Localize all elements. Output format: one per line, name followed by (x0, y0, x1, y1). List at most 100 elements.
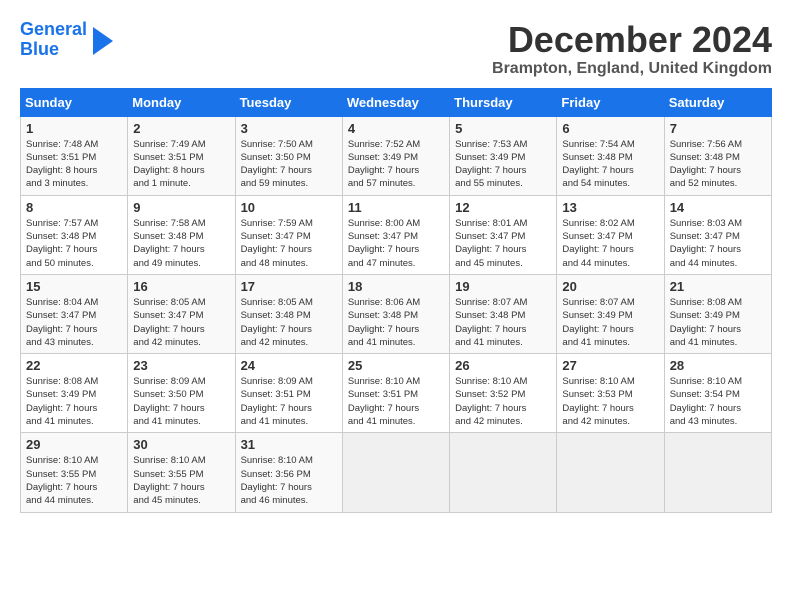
day-info: Sunrise: 8:03 AM Sunset: 3:47 PM Dayligh… (670, 217, 766, 270)
calendar-day-cell: 5 Sunrise: 7:53 AM Sunset: 3:49 PM Daylig… (450, 116, 557, 195)
day-number: 25 (348, 358, 444, 373)
calendar-day-cell: 30 Sunrise: 8:10 AM Sunset: 3:55 PM Dayli… (128, 433, 235, 512)
calendar-day-cell (342, 433, 449, 512)
calendar-week-row: 29 Sunrise: 8:10 AM Sunset: 3:55 PM Dayli… (21, 433, 772, 512)
day-info: Sunrise: 8:10 AM Sunset: 3:56 PM Dayligh… (241, 454, 337, 507)
calendar-day-cell: 18 Sunrise: 8:06 AM Sunset: 3:48 PM Dayli… (342, 274, 449, 353)
weekday-header-row: SundayMondayTuesdayWednesdayThursdayFrid… (21, 88, 772, 116)
calendar-day-cell: 24 Sunrise: 8:09 AM Sunset: 3:51 PM Dayli… (235, 354, 342, 433)
day-number: 9 (133, 200, 229, 215)
calendar-day-cell: 19Sunrise: 8:07 AM Sunset: 3:48 PM Dayli… (450, 274, 557, 353)
day-number: 1 (26, 121, 122, 136)
day-number: 5 (455, 121, 551, 136)
day-number: 14 (670, 200, 766, 215)
calendar-day-cell: 3 Sunrise: 7:50 AM Sunset: 3:50 PM Daylig… (235, 116, 342, 195)
day-info: Sunrise: 7:53 AM Sunset: 3:49 PM Dayligh… (455, 138, 551, 191)
day-number: 28 (670, 358, 766, 373)
calendar-day-cell: 15Sunrise: 8:04 AM Sunset: 3:47 PM Dayli… (21, 274, 128, 353)
calendar-day-cell: 6Sunrise: 7:54 AM Sunset: 3:48 PM Daylig… (557, 116, 664, 195)
calendar-day-cell: 29 Sunrise: 8:10 AM Sunset: 3:55 PM Dayli… (21, 433, 128, 512)
day-info: Sunrise: 8:07 AM Sunset: 3:48 PM Dayligh… (455, 296, 551, 349)
day-info: Sunrise: 8:10 AM Sunset: 3:52 PM Dayligh… (455, 375, 551, 428)
day-info: Sunrise: 8:10 AM Sunset: 3:53 PM Dayligh… (562, 375, 658, 428)
month-title: December 2024 (492, 20, 772, 60)
logo-line1: General (20, 19, 87, 39)
calendar-day-cell: 31Sunrise: 8:10 AM Sunset: 3:56 PM Dayli… (235, 433, 342, 512)
calendar-day-cell: 13 Sunrise: 8:02 AM Sunset: 3:47 PM Dayli… (557, 195, 664, 274)
day-number: 13 (562, 200, 658, 215)
calendar-day-cell (664, 433, 771, 512)
weekday-header-wednesday: Wednesday (342, 88, 449, 116)
weekday-header-monday: Monday (128, 88, 235, 116)
day-number: 22 (26, 358, 122, 373)
day-info: Sunrise: 8:08 AM Sunset: 3:49 PM Dayligh… (26, 375, 122, 428)
day-info: Sunrise: 7:59 AM Sunset: 3:47 PM Dayligh… (241, 217, 337, 270)
day-info: Sunrise: 7:48 AM Sunset: 3:51 PM Dayligh… (26, 138, 122, 191)
day-number: 8 (26, 200, 122, 215)
day-number: 27 (562, 358, 658, 373)
weekday-header-saturday: Saturday (664, 88, 771, 116)
calendar-table: SundayMondayTuesdayWednesdayThursdayFrid… (20, 88, 772, 513)
day-info: Sunrise: 7:56 AM Sunset: 3:48 PM Dayligh… (670, 138, 766, 191)
calendar-day-cell: 17Sunrise: 8:05 AM Sunset: 3:48 PM Dayli… (235, 274, 342, 353)
day-number: 10 (241, 200, 337, 215)
calendar-day-cell (450, 433, 557, 512)
day-info: Sunrise: 8:04 AM Sunset: 3:47 PM Dayligh… (26, 296, 122, 349)
day-number: 29 (26, 437, 122, 452)
day-number: 24 (241, 358, 337, 373)
calendar-day-cell: 11 Sunrise: 8:00 AM Sunset: 3:47 PM Dayli… (342, 195, 449, 274)
calendar-day-cell: 23 Sunrise: 8:09 AM Sunset: 3:50 PM Dayli… (128, 354, 235, 433)
day-info: Sunrise: 8:10 AM Sunset: 3:55 PM Dayligh… (26, 454, 122, 507)
day-info: Sunrise: 8:05 AM Sunset: 3:47 PM Dayligh… (133, 296, 229, 349)
day-number: 7 (670, 121, 766, 136)
day-info: Sunrise: 8:05 AM Sunset: 3:48 PM Dayligh… (241, 296, 337, 349)
calendar-week-row: 15Sunrise: 8:04 AM Sunset: 3:47 PM Dayli… (21, 274, 772, 353)
day-number: 20 (562, 279, 658, 294)
day-number: 3 (241, 121, 337, 136)
calendar-week-row: 8Sunrise: 7:57 AM Sunset: 3:48 PM Daylig… (21, 195, 772, 274)
location: Brampton, England, United Kingdom (492, 60, 772, 78)
day-number: 16 (133, 279, 229, 294)
day-info: Sunrise: 8:10 AM Sunset: 3:55 PM Dayligh… (133, 454, 229, 507)
day-info: Sunrise: 8:02 AM Sunset: 3:47 PM Dayligh… (562, 217, 658, 270)
day-number: 23 (133, 358, 229, 373)
logo-arrow-icon (93, 27, 113, 55)
calendar-day-cell: 16 Sunrise: 8:05 AM Sunset: 3:47 PM Dayli… (128, 274, 235, 353)
calendar-day-cell: 4Sunrise: 7:52 AM Sunset: 3:49 PM Daylig… (342, 116, 449, 195)
calendar-day-cell: 26 Sunrise: 8:10 AM Sunset: 3:52 PM Dayli… (450, 354, 557, 433)
weekday-header-thursday: Thursday (450, 88, 557, 116)
day-info: Sunrise: 8:10 AM Sunset: 3:54 PM Dayligh… (670, 375, 766, 428)
day-number: 12 (455, 200, 551, 215)
calendar-day-cell: 28 Sunrise: 8:10 AM Sunset: 3:54 PM Dayli… (664, 354, 771, 433)
day-info: Sunrise: 7:50 AM Sunset: 3:50 PM Dayligh… (241, 138, 337, 191)
calendar-day-cell: 7 Sunrise: 7:56 AM Sunset: 3:48 PM Daylig… (664, 116, 771, 195)
weekday-header-friday: Friday (557, 88, 664, 116)
day-number: 11 (348, 200, 444, 215)
day-info: Sunrise: 8:09 AM Sunset: 3:50 PM Dayligh… (133, 375, 229, 428)
day-number: 2 (133, 121, 229, 136)
logo: General Blue (20, 20, 113, 60)
calendar-day-cell: 20Sunrise: 8:07 AM Sunset: 3:49 PM Dayli… (557, 274, 664, 353)
page-header: General Blue December 2024 Brampton, Eng… (20, 20, 772, 78)
day-info: Sunrise: 7:49 AM Sunset: 3:51 PM Dayligh… (133, 138, 229, 191)
calendar-day-cell: 9Sunrise: 7:58 AM Sunset: 3:48 PM Daylig… (128, 195, 235, 274)
title-block: December 2024 Brampton, England, United … (492, 20, 772, 78)
calendar-day-cell: 8Sunrise: 7:57 AM Sunset: 3:48 PM Daylig… (21, 195, 128, 274)
day-info: Sunrise: 8:00 AM Sunset: 3:47 PM Dayligh… (348, 217, 444, 270)
calendar-day-cell: 22 Sunrise: 8:08 AM Sunset: 3:49 PM Dayli… (21, 354, 128, 433)
day-number: 26 (455, 358, 551, 373)
weekday-header-sunday: Sunday (21, 88, 128, 116)
calendar-day-cell: 21 Sunrise: 8:08 AM Sunset: 3:49 PM Dayli… (664, 274, 771, 353)
day-number: 18 (348, 279, 444, 294)
day-number: 30 (133, 437, 229, 452)
day-info: Sunrise: 8:08 AM Sunset: 3:49 PM Dayligh… (670, 296, 766, 349)
calendar-day-cell: 10 Sunrise: 7:59 AM Sunset: 3:47 PM Dayli… (235, 195, 342, 274)
calendar-day-cell: 25Sunrise: 8:10 AM Sunset: 3:51 PM Dayli… (342, 354, 449, 433)
calendar-day-cell: 14 Sunrise: 8:03 AM Sunset: 3:47 PM Dayli… (664, 195, 771, 274)
day-info: Sunrise: 8:01 AM Sunset: 3:47 PM Dayligh… (455, 217, 551, 270)
day-number: 21 (670, 279, 766, 294)
calendar-day-cell: 27 Sunrise: 8:10 AM Sunset: 3:53 PM Dayli… (557, 354, 664, 433)
day-info: Sunrise: 8:09 AM Sunset: 3:51 PM Dayligh… (241, 375, 337, 428)
day-info: Sunrise: 8:06 AM Sunset: 3:48 PM Dayligh… (348, 296, 444, 349)
day-info: Sunrise: 7:54 AM Sunset: 3:48 PM Dayligh… (562, 138, 658, 191)
